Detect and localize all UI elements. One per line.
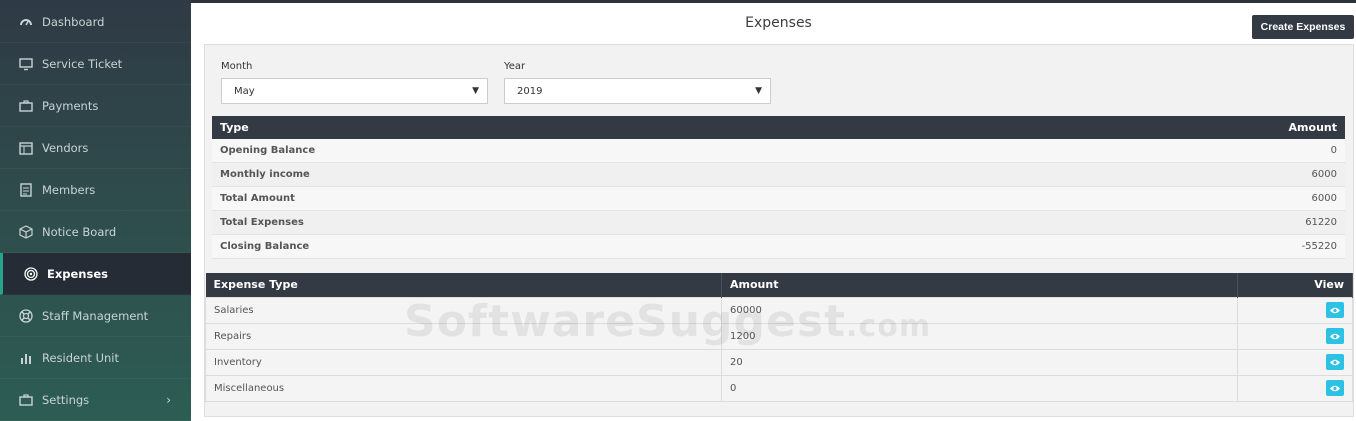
- month-select-value: May: [234, 85, 255, 97]
- create-expenses-button[interactable]: Create Expenses: [1252, 15, 1354, 39]
- page-title: Expenses: [745, 15, 812, 31]
- lifebuoy-icon: [18, 308, 34, 324]
- expense-view-cell: [1237, 374, 1353, 402]
- summary-row: Monthly income 6000: [212, 163, 1345, 187]
- sidebar: Dashboard Service Ticket Payments Vendor…: [0, 0, 191, 421]
- expense-amount-cell: 0: [721, 374, 1238, 402]
- summary-header-type: Type: [220, 121, 249, 134]
- sidebar-item-label: Dashboard: [42, 14, 105, 29]
- sidebar-item-label: Expenses: [47, 266, 108, 281]
- year-select[interactable]: 2019 ▼: [504, 78, 771, 104]
- briefcase-icon: [18, 392, 34, 408]
- summary-type: Monthly income: [220, 169, 310, 180]
- eye-icon: [1330, 333, 1340, 339]
- sidebar-item-label: Staff Management: [42, 308, 149, 323]
- summary-amount: 6000: [1311, 169, 1337, 180]
- bar-chart-icon: [18, 350, 34, 366]
- year-select-value: 2019: [517, 85, 543, 97]
- dropdown-arrow-icon: ▼: [472, 86, 479, 96]
- summary-header: Type Amount: [212, 116, 1345, 139]
- summary-amount: 0: [1330, 145, 1337, 156]
- summary-amount: 61220: [1305, 217, 1337, 228]
- eye-icon: [1330, 307, 1340, 313]
- summary-row: Closing Balance -55220: [212, 235, 1345, 259]
- target-icon: [23, 266, 39, 282]
- summary-type: Total Amount: [220, 193, 295, 204]
- expense-amount-header: Amount: [721, 273, 1238, 297]
- sidebar-item-resident-unit[interactable]: Resident Unit: [0, 337, 191, 379]
- sidebar-item-staff-management[interactable]: Staff Management: [0, 295, 191, 337]
- sidebar-item-label: Settings: [42, 392, 90, 407]
- table-row: Inventory 20: [205, 348, 1353, 376]
- sidebar-item-notice-board[interactable]: Notice Board: [0, 211, 191, 253]
- summary-amount: 6000: [1311, 193, 1337, 204]
- summary-header-amount: Amount: [1288, 121, 1337, 134]
- sidebar-item-dashboard[interactable]: Dashboard: [0, 1, 191, 43]
- sidebar-item-settings[interactable]: Settings ›: [0, 379, 191, 421]
- table-row: Salaries 60000: [205, 296, 1353, 324]
- expense-type-cell: Miscellaneous: [205, 374, 722, 402]
- sidebar-item-payments[interactable]: Payments: [0, 85, 191, 127]
- briefcase-icon: [18, 98, 34, 114]
- calendar-icon: [18, 140, 34, 156]
- sidebar-item-expenses[interactable]: Expenses: [0, 253, 191, 295]
- summary-table: Type Amount Opening Balance 0 Monthly in…: [212, 116, 1345, 259]
- view-button[interactable]: [1326, 354, 1344, 370]
- sidebar-item-vendors[interactable]: Vendors: [0, 127, 191, 169]
- expense-type-cell: Salaries: [205, 296, 722, 324]
- sidebar-item-label: Service Ticket: [42, 56, 123, 71]
- summary-type: Total Expenses: [220, 217, 304, 228]
- expense-type-cell: Inventory: [205, 348, 722, 376]
- sidebar-item-label: Payments: [42, 98, 99, 113]
- monitor-icon: [18, 56, 34, 72]
- expense-view-header: View: [1237, 273, 1353, 297]
- dropdown-arrow-icon: ▼: [755, 86, 762, 96]
- expense-view-cell: [1237, 348, 1353, 376]
- summary-type: Opening Balance: [220, 145, 316, 156]
- sidebar-item-label: Members: [42, 182, 96, 197]
- summary-amount: -55220: [1301, 241, 1337, 252]
- expense-amount-cell: 60000: [721, 296, 1238, 324]
- expense-table: Expense Type Amount View Salaries 60000 …: [205, 273, 1353, 402]
- view-button[interactable]: [1326, 380, 1344, 396]
- expense-type-cell: Repairs: [205, 322, 722, 350]
- table-row: Miscellaneous 0: [205, 374, 1353, 402]
- month-select[interactable]: May ▼: [221, 78, 488, 104]
- chevron-right-icon: ›: [166, 392, 171, 407]
- sidebar-item-label: Notice Board: [42, 224, 117, 239]
- dashboard-icon: [18, 14, 34, 30]
- expense-view-cell: [1237, 296, 1353, 324]
- view-button[interactable]: [1326, 302, 1344, 318]
- document-icon: [18, 182, 34, 198]
- table-row: Repairs 1200: [205, 322, 1353, 350]
- sidebar-item-label: Resident Unit: [42, 350, 119, 365]
- expense-amount-cell: 1200: [721, 322, 1238, 350]
- sidebar-item-members[interactable]: Members: [0, 169, 191, 211]
- expense-table-header: Expense Type Amount View: [205, 273, 1353, 297]
- summary-row: Opening Balance 0: [212, 139, 1345, 163]
- expense-view-cell: [1237, 322, 1353, 350]
- view-button[interactable]: [1326, 328, 1344, 344]
- cube-icon: [18, 224, 34, 240]
- eye-icon: [1330, 359, 1340, 365]
- expense-type-header: Expense Type: [205, 273, 722, 297]
- summary-type: Closing Balance: [220, 241, 310, 252]
- sidebar-item-label: Vendors: [42, 140, 89, 155]
- summary-row: Total Amount 6000: [212, 187, 1345, 211]
- eye-icon: [1330, 385, 1340, 391]
- sidebar-item-service-ticket[interactable]: Service Ticket: [0, 43, 191, 85]
- year-label: Year: [504, 61, 526, 72]
- expense-amount-cell: 20: [721, 348, 1238, 376]
- summary-row: Total Expenses 61220: [212, 211, 1345, 235]
- month-label: Month: [221, 61, 253, 72]
- top-bar: [191, 0, 1356, 3]
